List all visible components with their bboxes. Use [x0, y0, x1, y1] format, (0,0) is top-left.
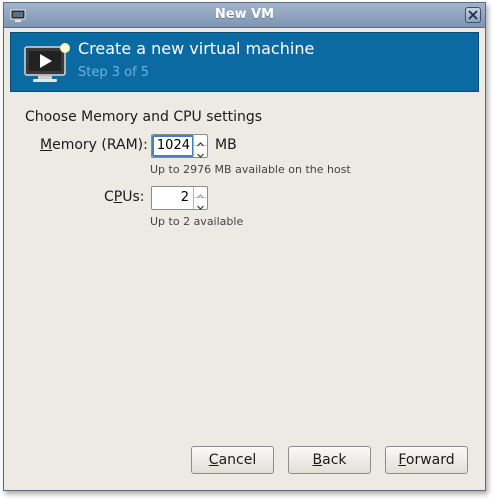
wizard-step-indicator: Step 3 of 5: [78, 65, 150, 80]
memory-label: Memory (RAM):: [40, 137, 148, 153]
forward-button[interactable]: Forward: [385, 446, 468, 474]
memory-spin-arrows: [193, 135, 207, 158]
chevron-down-icon: [197, 205, 204, 210]
chevron-down-icon: [197, 153, 204, 158]
memory-increment-button[interactable]: [194, 135, 207, 147]
close-button[interactable]: [465, 7, 481, 23]
cpus-spin-arrows: [193, 187, 207, 210]
memory-hint: Up to 2976 MB available on the host: [150, 163, 351, 176]
memory-input[interactable]: 1024: [152, 135, 194, 157]
cpus-hint: Up to 2 available: [150, 215, 244, 228]
memory-decrement-button[interactable]: [194, 146, 207, 158]
section-heading: Choose Memory and CPU settings: [25, 109, 263, 125]
cpus-label: CPUs:: [104, 189, 145, 205]
wizard-title: Create a new virtual machine: [78, 39, 315, 58]
cpus-increment-button[interactable]: [194, 187, 207, 199]
title-bar[interactable]: New VM: [4, 3, 485, 28]
memory-spinbox[interactable]: 1024: [151, 134, 208, 158]
close-icon: [468, 10, 478, 20]
new-vm-dialog: New VM Create a new virtual machine Step…: [3, 2, 486, 491]
wizard-header: Create a new virtual machine Step 3 of 5: [10, 32, 479, 92]
back-button[interactable]: Back: [288, 446, 371, 474]
cancel-button[interactable]: Cancel: [191, 446, 274, 474]
window-title: New VM: [214, 7, 275, 22]
cpus-input[interactable]: 2: [152, 187, 192, 209]
memory-unit: MB: [215, 137, 237, 153]
cpus-spinbox[interactable]: 2: [151, 186, 208, 210]
monitor-play-icon: [23, 41, 73, 85]
cpus-decrement-button[interactable]: [194, 198, 207, 210]
